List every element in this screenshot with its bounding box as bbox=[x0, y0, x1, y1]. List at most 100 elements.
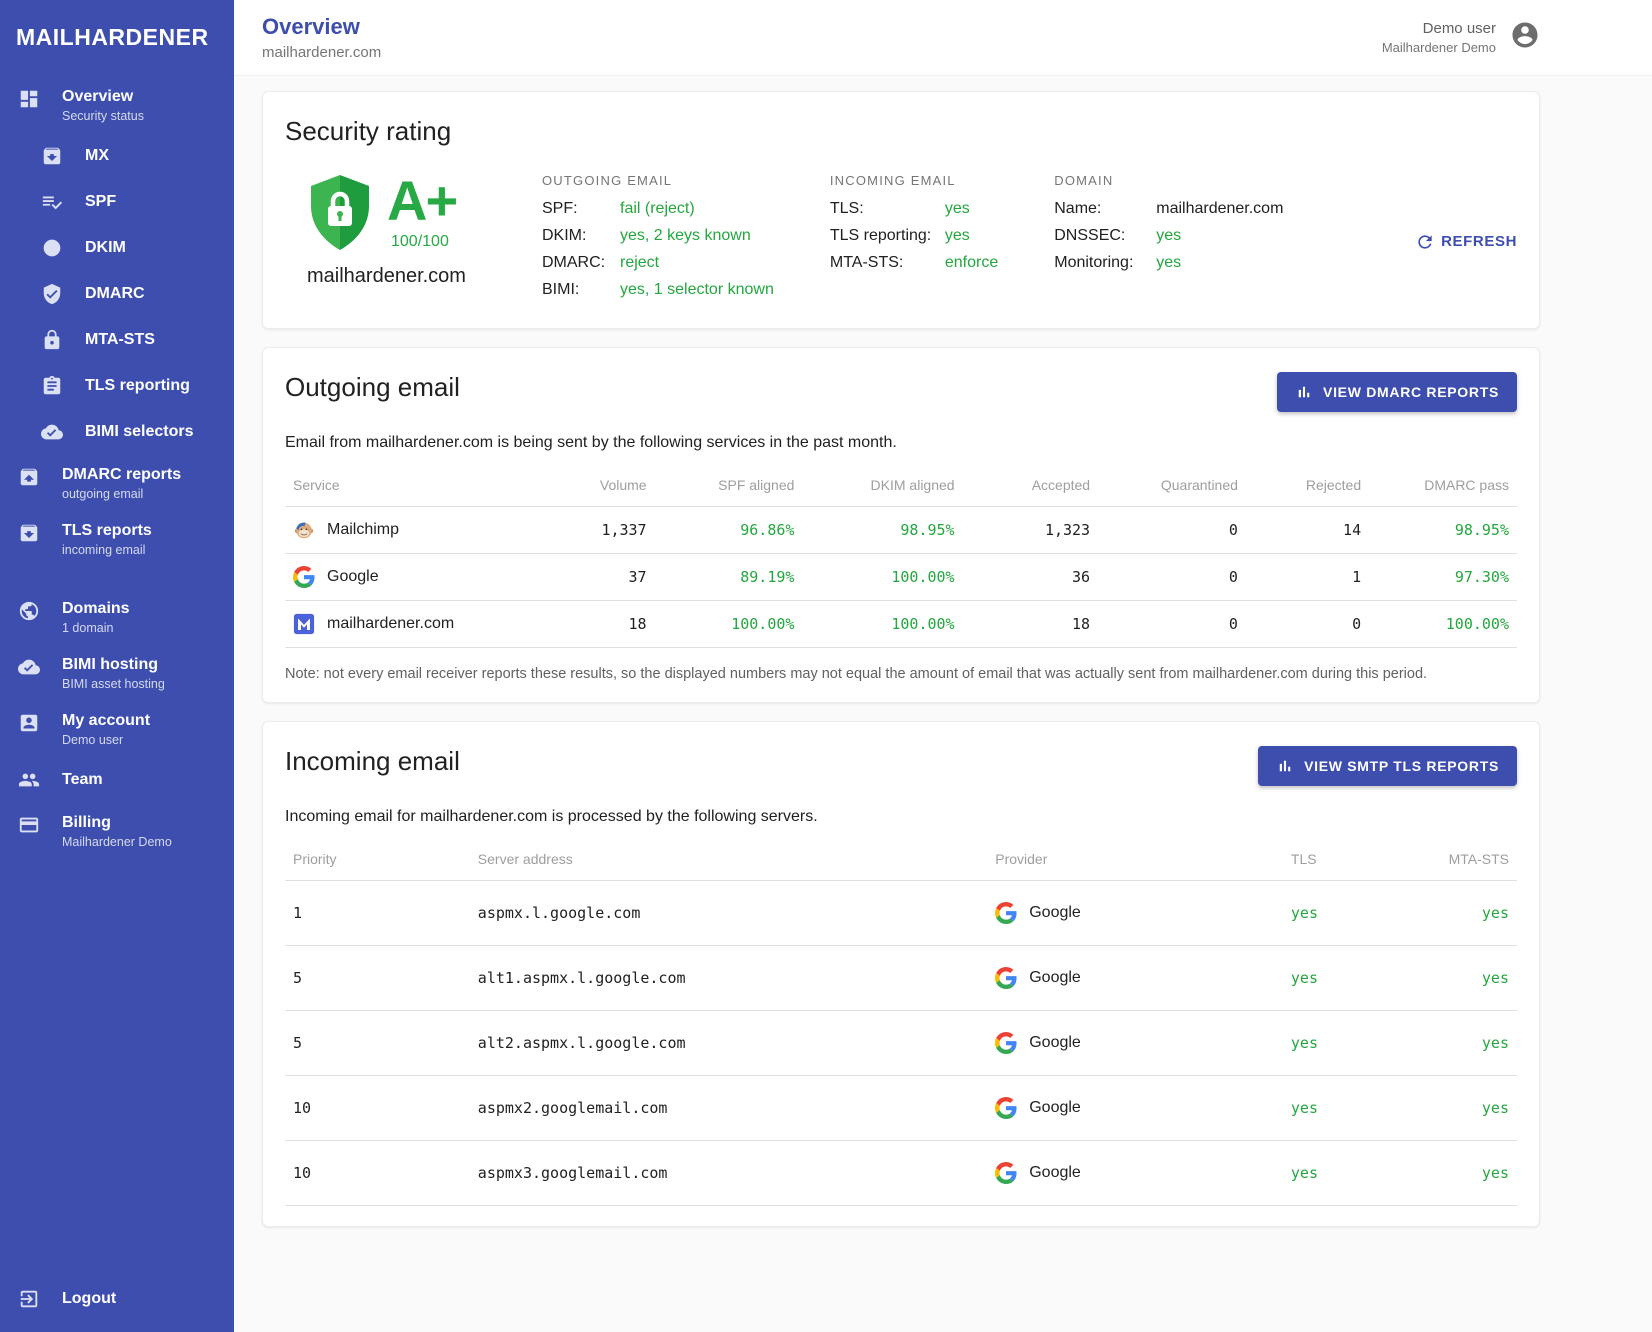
mta-sts-cell: yes bbox=[1394, 1141, 1517, 1206]
mailchimp-icon bbox=[293, 519, 315, 541]
sidebar-item-dkim[interactable]: DKIM bbox=[0, 225, 234, 271]
logout-icon bbox=[17, 1287, 41, 1311]
incoming-email-heading: INCOMING EMAIL bbox=[830, 173, 998, 188]
table-row: 1 aspmx.l.google.com Google yes yes bbox=[285, 881, 1517, 946]
shield-lock-icon bbox=[307, 173, 373, 253]
table-row: mailhardener.com 18 100.00% 100.00% 18 0… bbox=[285, 601, 1517, 648]
shield-check-icon bbox=[40, 282, 64, 306]
sidebar-item-logout[interactable]: Logout bbox=[0, 1276, 234, 1322]
sidebar-item-bimi-selectors[interactable]: BIMI selectors bbox=[0, 409, 234, 455]
outgoing-email-description: Email from mailhardener.com is being sen… bbox=[285, 434, 1517, 452]
page-title: Overview bbox=[262, 14, 381, 40]
view-dmarc-reports-button[interactable]: VIEW DMARC REPORTS bbox=[1277, 372, 1517, 412]
sidebar-item-sub: Security status bbox=[62, 109, 144, 123]
sidebar-item-label: SPF bbox=[85, 192, 116, 212]
spf-value: fail (reject) bbox=[620, 200, 695, 218]
bar-chart-icon bbox=[1276, 757, 1294, 775]
sidebar-item-label: MTA-STS bbox=[85, 330, 155, 350]
sidebar-item-sub: BIMI asset hosting bbox=[62, 677, 165, 691]
column-header-accepted: Accepted bbox=[963, 464, 1099, 507]
sidebar-item-spf[interactable]: SPF bbox=[0, 179, 234, 225]
tls-cell: yes bbox=[1283, 946, 1394, 1011]
sidebar-item-bimi-hosting[interactable]: BIMI hosting BIMI asset hosting bbox=[0, 645, 234, 701]
google-icon bbox=[293, 566, 315, 588]
monitoring-label: Monitoring: bbox=[1054, 254, 1156, 272]
google-icon bbox=[995, 967, 1017, 989]
priority-cell: 10 bbox=[285, 1141, 470, 1206]
sidebar-item-domains[interactable]: Domains 1 domain bbox=[0, 589, 234, 645]
table-row: 10 aspmx3.googlemail.com Google yes yes bbox=[285, 1141, 1517, 1206]
archive-icon bbox=[40, 144, 64, 168]
server-address-cell: aspmx3.googlemail.com bbox=[470, 1141, 987, 1206]
sidebar-item-team[interactable]: Team bbox=[0, 757, 234, 803]
incoming-email-summary: INCOMING EMAIL TLS:yes TLS reporting:yes… bbox=[830, 173, 998, 308]
sidebar-item-mx[interactable]: MX bbox=[0, 133, 234, 179]
table-row: Google 37 89.19% 100.00% 36 0 1 97.30% bbox=[285, 554, 1517, 601]
sidebar-item-dmarc-reports[interactable]: DMARC reports outgoing email bbox=[0, 455, 234, 511]
cloud-check-icon bbox=[17, 655, 41, 679]
column-header-service: Service bbox=[285, 464, 531, 507]
rejected-cell: 0 bbox=[1246, 601, 1369, 648]
sidebar-item-sub: Mailhardener Demo bbox=[62, 835, 172, 849]
column-header-tls: TLS bbox=[1283, 838, 1394, 881]
spf-aligned-cell: 96.86% bbox=[655, 507, 803, 554]
priority-cell: 1 bbox=[285, 881, 470, 946]
main-area: Overview mailhardener.com Demo user Mail… bbox=[234, 0, 1652, 1332]
column-header-provider: Provider bbox=[987, 838, 1283, 881]
google-icon bbox=[995, 1097, 1017, 1119]
fingerprint-icon bbox=[40, 236, 64, 260]
tls-cell: yes bbox=[1283, 881, 1394, 946]
avatar[interactable] bbox=[1510, 20, 1540, 55]
refresh-button[interactable]: REFRESH bbox=[1415, 173, 1517, 308]
sidebar-item-sub: Demo user bbox=[62, 733, 150, 747]
refresh-icon bbox=[1415, 232, 1435, 252]
sidebar-item-label: DKIM bbox=[85, 238, 126, 258]
outgoing-email-heading: OUTGOING EMAIL bbox=[542, 173, 774, 188]
sidebar-item-tls-reports[interactable]: TLS reports incoming email bbox=[0, 511, 234, 567]
column-header-volume: Volume bbox=[531, 464, 654, 507]
sidebar-item-mta-sts[interactable]: MTA-STS bbox=[0, 317, 234, 363]
dkim-aligned-cell: 100.00% bbox=[802, 601, 962, 648]
cloud-check-icon bbox=[40, 420, 64, 444]
sidebar-item-my-account[interactable]: My account Demo user bbox=[0, 701, 234, 757]
dmarc-pass-cell: 98.95% bbox=[1369, 507, 1517, 554]
tls-cell: yes bbox=[1283, 1076, 1394, 1141]
security-grade: A+ bbox=[387, 173, 456, 229]
view-smtp-tls-reports-button[interactable]: VIEW SMTP TLS REPORTS bbox=[1258, 746, 1517, 786]
sidebar-item-overview[interactable]: Overview Security status bbox=[0, 77, 234, 133]
sidebar-item-tls-reporting[interactable]: TLS reporting bbox=[0, 363, 234, 409]
bimi-label: BIMI: bbox=[542, 281, 620, 299]
table-row: 10 aspmx2.googlemail.com Google yes yes bbox=[285, 1076, 1517, 1141]
clipboard-icon bbox=[40, 374, 64, 398]
sidebar-item-dmarc[interactable]: DMARC bbox=[0, 271, 234, 317]
sidebar-nav: Overview Security status MX SPF DKIM bbox=[0, 77, 234, 859]
sidebar-item-sub: outgoing email bbox=[62, 487, 181, 501]
view-dmarc-reports-label: VIEW DMARC REPORTS bbox=[1323, 384, 1499, 400]
incoming-email-card: Incoming email VIEW SMTP TLS REPORTS Inc… bbox=[262, 721, 1540, 1227]
lock-icon bbox=[40, 328, 64, 352]
service-name: mailhardener.com bbox=[327, 615, 454, 633]
sidebar-item-label: MX bbox=[85, 146, 109, 166]
mta-sts-value: enforce bbox=[945, 254, 998, 272]
domain-heading: DOMAIN bbox=[1054, 173, 1283, 188]
dkim-aligned-cell: 98.95% bbox=[802, 507, 962, 554]
priority-cell: 5 bbox=[285, 946, 470, 1011]
incoming-email-table: Priority Server address Provider TLS MTA… bbox=[285, 838, 1517, 1206]
sidebar-item-label: BIMI selectors bbox=[85, 422, 193, 442]
google-icon bbox=[995, 902, 1017, 924]
page-subtitle: mailhardener.com bbox=[262, 44, 381, 61]
sidebar-item-label: Overview bbox=[62, 87, 144, 107]
view-smtp-tls-reports-label: VIEW SMTP TLS REPORTS bbox=[1304, 758, 1499, 774]
tls-reporting-value: yes bbox=[945, 227, 970, 245]
sidebar-item-billing[interactable]: Billing Mailhardener Demo bbox=[0, 803, 234, 859]
server-address-cell: alt2.aspmx.l.google.com bbox=[470, 1011, 987, 1076]
sidebar-item-label: DMARC reports bbox=[62, 465, 181, 485]
outgoing-email-note: Note: not every email receiver reports t… bbox=[285, 666, 1517, 682]
user-org: Mailhardener Demo bbox=[1382, 40, 1496, 55]
service-name: Mailchimp bbox=[327, 521, 399, 539]
sidebar-item-sub: 1 domain bbox=[62, 621, 130, 635]
column-header-server-address: Server address bbox=[470, 838, 987, 881]
service-name: Google bbox=[327, 568, 379, 586]
rejected-cell: 14 bbox=[1246, 507, 1369, 554]
table-row: 5 alt2.aspmx.l.google.com Google yes yes bbox=[285, 1011, 1517, 1076]
